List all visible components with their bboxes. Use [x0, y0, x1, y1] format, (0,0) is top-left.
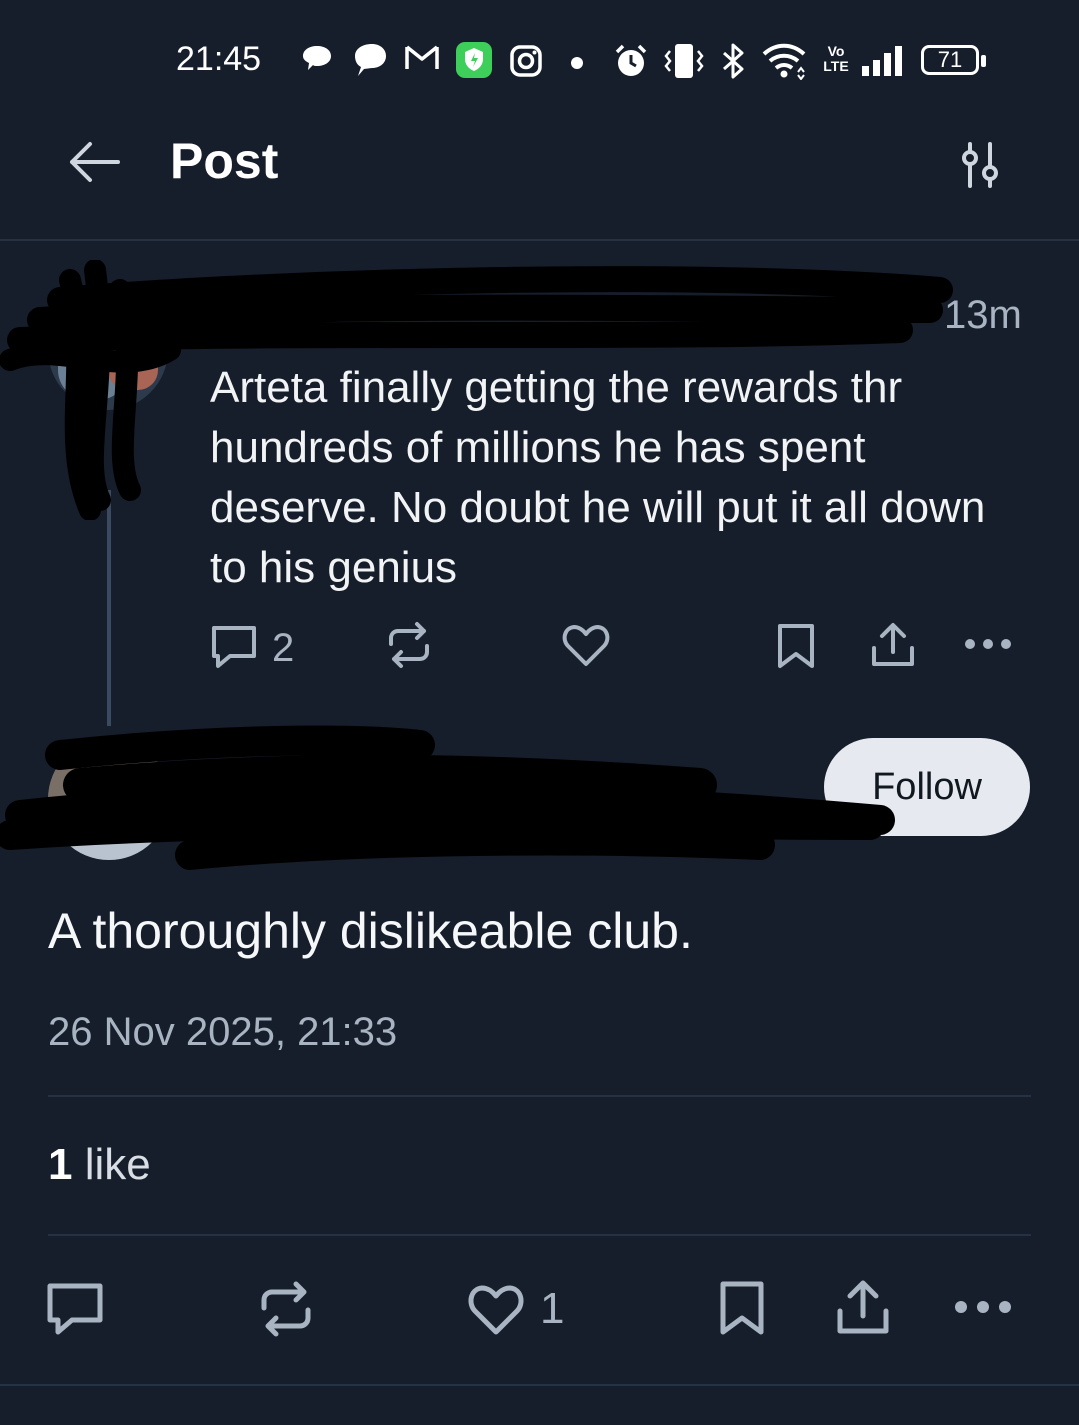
- main-post-text: A thoroughly dislikeable club.: [48, 903, 693, 959]
- avatar[interactable]: [48, 290, 168, 410]
- divider: [0, 1384, 1079, 1386]
- page-title: Post: [170, 133, 279, 189]
- thread-line: [107, 490, 111, 726]
- like-summary[interactable]: 1 like: [48, 1140, 151, 1190]
- battery-icon: 71: [921, 45, 979, 75]
- bookmark-button[interactable]: [716, 1278, 770, 1338]
- settings-button[interactable]: [950, 136, 1014, 192]
- follow-button[interactable]: Follow: [824, 738, 1030, 836]
- like-icon: [468, 1285, 524, 1335]
- like-icon: [562, 625, 610, 666]
- share-button[interactable]: [868, 620, 918, 670]
- bluetooth-icon: [723, 43, 744, 79]
- signal-icon: [862, 46, 902, 76]
- post-timestamp: 26 Nov 2025, 21:33: [48, 1010, 398, 1054]
- parent-post-text: Arteta finally getting the rewards thr h…: [210, 363, 986, 592]
- parent-author-name[interactable]: [210, 290, 930, 350]
- more-button[interactable]: [952, 1294, 1014, 1320]
- bookmark-icon: [720, 1281, 764, 1335]
- reply-button[interactable]: [44, 1280, 106, 1340]
- chat-bubble-icon: [303, 46, 331, 70]
- vibrate-icon: [664, 44, 704, 78]
- gmail-icon: [405, 45, 439, 69]
- repost-button[interactable]: [256, 1280, 316, 1338]
- avatar[interactable]: [48, 738, 170, 860]
- battery-tip: [981, 55, 986, 67]
- volte-badge: Vo LTE: [823, 43, 849, 74]
- header-divider: [0, 239, 1079, 241]
- back-button[interactable]: [60, 132, 126, 192]
- repost-icon: [389, 622, 429, 668]
- reply-icon: [212, 626, 256, 668]
- reply-button[interactable]: [208, 622, 264, 674]
- like-button[interactable]: [560, 620, 612, 670]
- battery-level: 71: [937, 47, 963, 72]
- more-button[interactable]: [962, 632, 1014, 656]
- post-time-ago: 13m: [944, 293, 1022, 337]
- main-author-name[interactable]: [190, 760, 790, 860]
- share-icon: [837, 1280, 889, 1334]
- more-icon: [955, 1301, 1011, 1313]
- dot-icon: [571, 57, 583, 69]
- divider: [48, 1095, 1031, 1097]
- share-icon: [872, 623, 914, 666]
- share-button[interactable]: [834, 1278, 892, 1338]
- reply-count: 2: [272, 626, 295, 670]
- wifi-icon: [762, 43, 806, 80]
- more-icon: [965, 639, 1011, 649]
- repost-button[interactable]: [383, 620, 435, 670]
- like-button[interactable]: [466, 1280, 526, 1338]
- repost-icon: [261, 1281, 311, 1337]
- sliders-icon: [962, 142, 998, 188]
- bookmark-icon: [778, 624, 814, 668]
- shield-app-icon: [456, 42, 492, 78]
- like-summary-count: 1: [48, 1140, 73, 1189]
- status-bar: 21:45 Vo LTE 71: [0, 0, 1079, 120]
- arrow-left-icon: [70, 142, 120, 182]
- divider: [48, 1234, 1031, 1236]
- alarm-icon: [615, 44, 647, 76]
- bookmark-button[interactable]: [774, 620, 820, 670]
- status-time: 21:45: [176, 40, 262, 78]
- speech-icon: [355, 44, 386, 76]
- like-summary-label: like: [84, 1140, 151, 1189]
- instagram-icon: [510, 45, 542, 77]
- like-count: 1: [540, 1284, 565, 1333]
- reply-icon: [47, 1283, 103, 1335]
